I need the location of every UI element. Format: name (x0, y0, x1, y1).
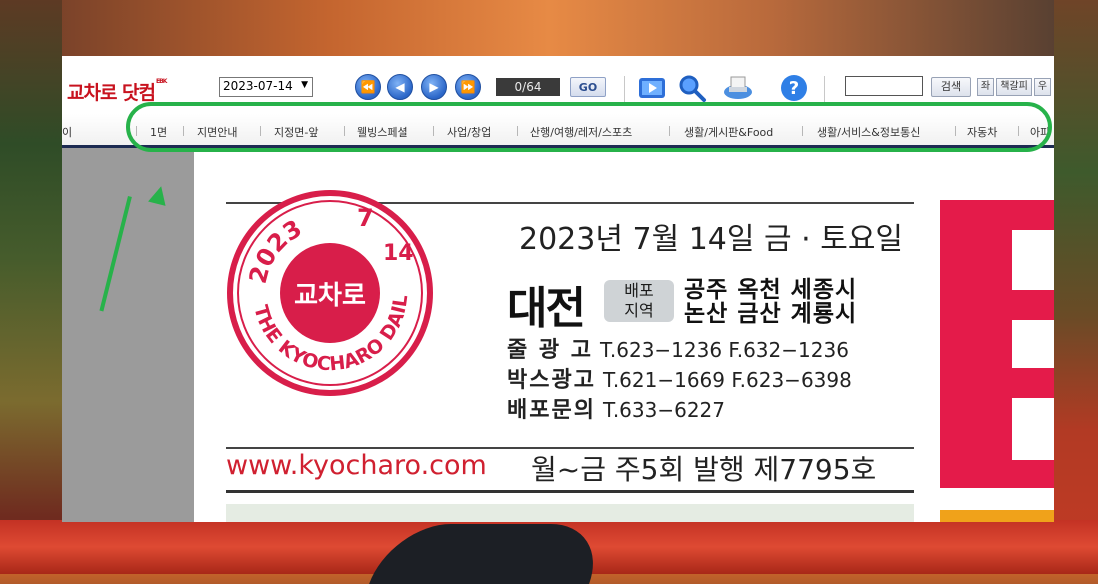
go-button[interactable]: GO (570, 77, 606, 97)
classified-ad-label: 줄 광 고 (507, 338, 594, 363)
content-strip (226, 504, 914, 522)
seal-center: 교차로 (294, 281, 366, 311)
first-page-icon[interactable]: ⏪ (355, 74, 381, 100)
seal-month: 7 (357, 204, 374, 232)
toolbar-divider (824, 76, 825, 102)
region-name: 대전 (507, 283, 586, 334)
left-page-button[interactable]: 좌 (977, 78, 994, 96)
last-page-icon[interactable]: ⏩ (455, 74, 481, 100)
distribution-inquiry-line: 배포문의 T.633−6227 (507, 392, 725, 424)
banner-mark-cut (1012, 368, 1054, 398)
print-icon[interactable] (722, 72, 754, 104)
banner-mark-cut (1012, 290, 1054, 320)
banner-mark (1012, 230, 1054, 460)
box-ad-contact: T.621−1669 F.623−6398 (602, 368, 852, 392)
distribution-inquiry-label: 배포문의 (507, 398, 596, 423)
search-input[interactable] (845, 76, 923, 96)
search-button[interactable]: 검색 (931, 77, 971, 97)
distribution-inquiry-contact: T.633−6227 (602, 398, 725, 422)
zoom-icon[interactable] (676, 72, 708, 104)
date-value: 2023-07-14 (223, 79, 293, 93)
background-right (1054, 0, 1098, 574)
logo-text: 교차로 닷컴 (67, 82, 156, 104)
cities-line-2: 논산 금산 계룡시 (684, 301, 858, 327)
rule-line (226, 490, 914, 493)
highlight-ellipse (126, 102, 1052, 152)
site-url[interactable]: www.kyocharo.com (226, 450, 487, 481)
background-sky (0, 0, 1098, 56)
classified-ad-line: 줄 광 고 T.623−1236 F.632−1236 (507, 332, 849, 364)
slideshow-icon[interactable] (636, 72, 668, 104)
distribution-badge: 배포 지역 (604, 280, 674, 322)
prev-page-icon[interactable]: ◀ (387, 74, 413, 100)
date-select[interactable]: 2023-07-14 ▼ (219, 77, 313, 97)
help-icon[interactable]: ? (778, 72, 810, 104)
toolbar-divider (624, 76, 625, 102)
kyocharo-seal: 교차로 2023 7 14 THE KYOCHARO DAILY (227, 190, 433, 396)
background-left (0, 0, 62, 574)
site-logo[interactable]: 교차로 닷컴EBK (67, 78, 167, 105)
publication-note: 월~금 주5회 발행 제7795호 (531, 453, 877, 486)
bookmark-button[interactable]: 책갈피 (996, 78, 1032, 96)
classified-ad-contact: T.623−1236 F.632−1236 (600, 338, 849, 362)
distribution-label-1: 배포 (624, 281, 654, 300)
page-counter: 0/64 (496, 78, 560, 96)
distribution-label-2: 지역 (624, 301, 654, 320)
chevron-down-icon: ▼ (301, 80, 308, 90)
right-page-button[interactable]: 우 (1034, 78, 1051, 96)
box-ad-label: 박스광고 (507, 368, 596, 393)
nav-item-partial-left[interactable]: 이 (62, 124, 72, 140)
cities-line-1: 공주 옥천 세종시 (684, 277, 858, 303)
city-list: 공주 옥천 세종시 논산 금산 계룡시 (684, 278, 857, 326)
issue-date: 2023년 7월 14일 금 · 토요일 (519, 222, 904, 257)
logo-badge: EBK (156, 78, 167, 85)
seal-day: 14 (383, 241, 414, 266)
orange-strip (940, 510, 1054, 522)
box-ad-line: 박스광고 T.621−1669 F.623−6398 (507, 362, 852, 394)
svg-text:?: ? (789, 78, 799, 99)
newspaper-page[interactable]: 교차로 2023 7 14 THE KYOCHARO DAILY 2023년 7… (194, 148, 1054, 522)
next-page-icon[interactable]: ▶ (421, 74, 447, 100)
